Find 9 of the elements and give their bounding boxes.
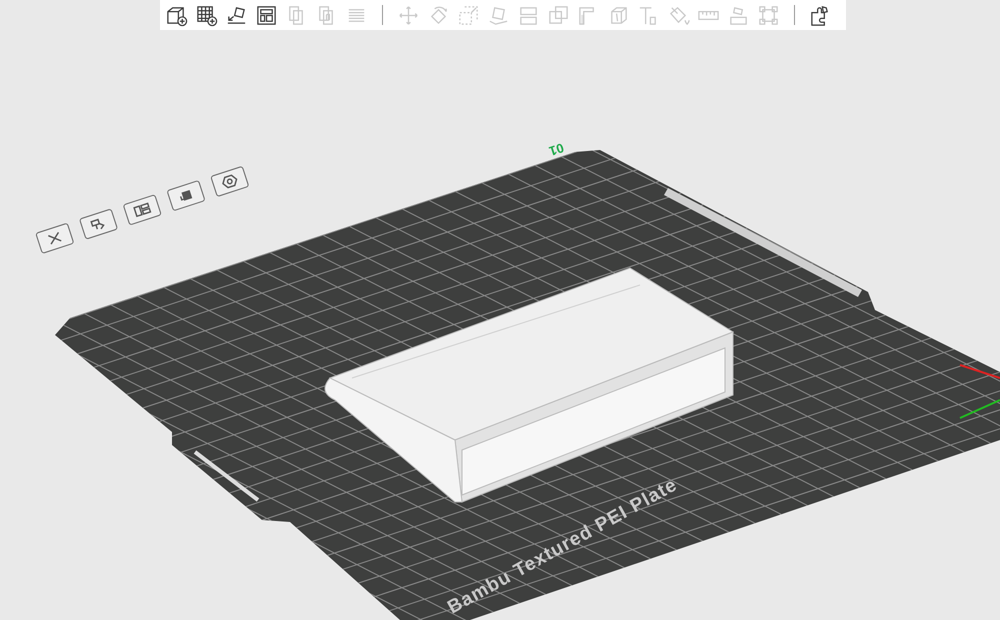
move-icon bbox=[397, 4, 420, 26]
axis-drawing bbox=[960, 364, 1000, 419]
scale-icon bbox=[457, 4, 480, 26]
frame-icon bbox=[757, 4, 780, 26]
boolean-icon bbox=[547, 4, 570, 26]
plate-number: 01 bbox=[547, 140, 566, 159]
plate-handle bbox=[194, 450, 260, 502]
grid-plus-icon bbox=[195, 4, 218, 26]
layout-icon bbox=[255, 4, 278, 26]
